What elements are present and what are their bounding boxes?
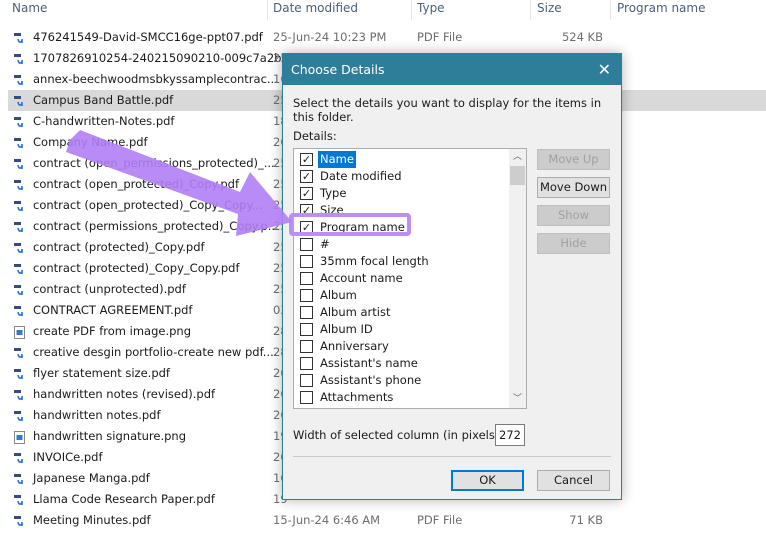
annotation-arrow-icon <box>66 130 292 236</box>
